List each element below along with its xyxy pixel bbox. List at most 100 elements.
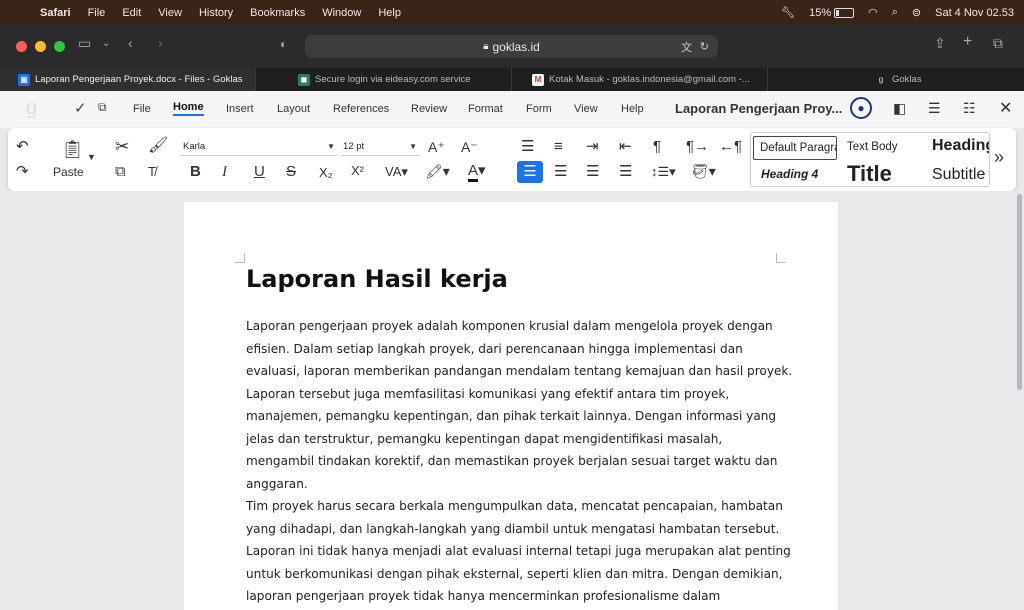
- app-menu-file[interactable]: File: [133, 103, 151, 115]
- zoom-window-button[interactable]: [54, 41, 65, 52]
- paste-button[interactable]: Paste: [53, 163, 84, 181]
- paragraph-2[interactable]: Tim proyek harus secara berkala mengumpu…: [246, 495, 791, 608]
- justify-icon[interactable]: ☰: [619, 163, 632, 181]
- increase-indent-icon[interactable]: ⇥: [586, 138, 599, 156]
- strikethrough-icon[interactable]: S: [286, 163, 296, 181]
- formatting-marks-icon[interactable]: ¶: [653, 138, 661, 156]
- clock[interactable]: Sat 4 Nov 02.53: [935, 7, 1014, 19]
- text-line: Laporan pengerjaan proyek adalah kompone…: [246, 319, 773, 333]
- document-canvas: Laporan Hasil kerja Laporan pengerjaan p…: [0, 191, 1024, 610]
- undo-icon[interactable]: ↶: [16, 138, 29, 156]
- tab-laporan[interactable]: ▦ Laporan Pengerjaan Proyek.docx - Files…: [0, 68, 256, 91]
- document-heading[interactable]: Laporan Hasil kerja: [246, 265, 508, 293]
- app-menu-layout[interactable]: Layout: [277, 103, 310, 115]
- app-menu-view[interactable]: View: [574, 103, 598, 115]
- document-title[interactable]: Laporan Pengerjaan Proy...: [675, 101, 842, 116]
- paragraph-background-icon[interactable]: 🪣︎▾: [691, 162, 716, 180]
- style-text-body[interactable]: Text Body: [847, 141, 898, 153]
- more-styles-icon[interactable]: »: [994, 148, 1004, 166]
- font-name-select[interactable]: Karla ▼: [181, 138, 337, 156]
- control-center-icon[interactable]: ⊜: [912, 6, 921, 19]
- new-tab-icon[interactable]: +: [963, 33, 972, 51]
- style-subtitle[interactable]: Subtitle: [932, 166, 985, 184]
- sidebar-panel-icon[interactable]: ◧: [893, 100, 906, 117]
- menu-list-icon[interactable]: ☰: [928, 100, 941, 117]
- address-bar[interactable]: 🔒︎ goklas.id ⽂ ↻: [305, 35, 718, 58]
- close-window-button[interactable]: [16, 41, 27, 52]
- sidebar-toggle-icon[interactable]: ▭: [78, 35, 91, 52]
- share-icon[interactable]: ⇪: [934, 35, 946, 52]
- clipboard-icon[interactable]: 📋︎: [61, 140, 84, 158]
- open-external-icon[interactable]: ⧉: [98, 100, 107, 115]
- grow-font-icon[interactable]: A⁺: [428, 138, 445, 156]
- tab-goklas[interactable]: g Goklas: [768, 68, 1024, 91]
- menu-history[interactable]: History: [199, 7, 233, 19]
- forward-icon[interactable]: ›: [158, 35, 163, 51]
- checkmark-icon[interactable]: ✓: [74, 99, 87, 117]
- left-to-right-icon[interactable]: ¶→: [686, 138, 709, 156]
- line-spacing-icon[interactable]: ↕☰▾: [651, 163, 676, 181]
- paragraph-1[interactable]: Laporan pengerjaan proyek adalah kompone…: [246, 315, 792, 495]
- font-color-icon[interactable]: A▾: [468, 162, 486, 182]
- spotlight-search-icon[interactable]: ⌕: [892, 6, 898, 19]
- style-heading[interactable]: Heading: [932, 137, 989, 155]
- vertical-scrollbar[interactable]: [1017, 194, 1022, 390]
- menu-window[interactable]: Window: [322, 7, 361, 19]
- style-default-paragraph[interactable]: Default Paragraph Style: [753, 136, 837, 160]
- paste-dropdown-icon[interactable]: ▼: [87, 148, 96, 166]
- battery-status[interactable]: 15%: [809, 7, 855, 19]
- clone-formatting-icon[interactable]: 🖌︎: [148, 137, 168, 155]
- clear-formatting-icon[interactable]: T̸: [148, 163, 156, 181]
- cut-icon[interactable]: ✂: [115, 138, 129, 156]
- menu-safari[interactable]: Safari: [40, 7, 71, 19]
- bulleted-list-icon[interactable]: ☰: [521, 138, 534, 156]
- app-menu-help[interactable]: Help: [621, 103, 644, 115]
- app-menu-references[interactable]: References: [333, 103, 389, 115]
- app-menu-form[interactable]: Form: [526, 103, 552, 115]
- numbered-list-icon[interactable]: ≡: [554, 138, 563, 156]
- back-icon[interactable]: ‹: [128, 35, 133, 51]
- style-heading-4[interactable]: Heading 4: [761, 167, 818, 181]
- app-menu-insert[interactable]: Insert: [226, 103, 254, 115]
- subscript-icon[interactable]: X₂: [319, 164, 333, 182]
- menu-bookmarks[interactable]: Bookmarks: [250, 7, 305, 19]
- wrench-icon[interactable]: 🔧︎: [781, 6, 795, 19]
- menu-help[interactable]: Help: [378, 7, 401, 19]
- url-text: goklas.id: [492, 39, 540, 54]
- redo-icon[interactable]: ↷: [16, 163, 29, 181]
- align-right-icon[interactable]: ☰: [586, 163, 599, 181]
- chevron-down-icon[interactable]: ⌄: [102, 38, 110, 49]
- app-menu-review[interactable]: Review: [411, 103, 447, 115]
- app-menu-home[interactable]: Home: [173, 101, 204, 116]
- menu-view[interactable]: View: [158, 7, 182, 19]
- right-to-left-icon[interactable]: ←¶: [719, 138, 742, 156]
- document-page[interactable]: Laporan Hasil kerja Laporan pengerjaan p…: [184, 202, 838, 610]
- superscript-icon[interactable]: X²: [351, 162, 364, 180]
- style-title[interactable]: Title: [847, 161, 892, 186]
- font-size-select[interactable]: 12 pt ▼: [341, 138, 419, 156]
- align-center-icon[interactable]: ☰: [554, 163, 567, 181]
- italic-icon[interactable]: I: [222, 163, 227, 181]
- menu-file[interactable]: File: [88, 7, 106, 19]
- copy-icon[interactable]: ⧉: [115, 163, 126, 181]
- shrink-font-icon[interactable]: A⁻: [461, 138, 478, 156]
- reload-icon[interactable]: ↻: [700, 40, 709, 53]
- highlight-color-icon[interactable]: 🖍︎▾: [425, 162, 450, 180]
- wifi-icon[interactable]: ◠: [868, 6, 878, 19]
- tab-overview-icon[interactable]: ⧉: [993, 35, 1003, 52]
- character-spacing-icon[interactable]: VA▾: [385, 163, 408, 181]
- minimize-window-button[interactable]: [35, 41, 46, 52]
- align-left-icon[interactable]: ☰: [517, 161, 543, 183]
- close-document-icon[interactable]: ✕: [999, 98, 1012, 118]
- app-menu-format[interactable]: Format: [468, 103, 503, 115]
- privacy-shield-icon[interactable]: ◐: [280, 37, 287, 51]
- tab-gmail[interactable]: M Kotak Masuk - goklas.indonesia@gmail.c…: [512, 68, 768, 91]
- bold-icon[interactable]: B: [190, 163, 201, 181]
- menu-edit[interactable]: Edit: [122, 7, 141, 19]
- user-avatar-icon[interactable]: ●: [850, 97, 872, 119]
- underline-icon[interactable]: U: [254, 163, 265, 181]
- ruler-toggle-icon[interactable]: ☷: [963, 100, 976, 117]
- translate-icon[interactable]: ⽂: [681, 39, 692, 55]
- decrease-indent-icon[interactable]: ⇤: [619, 138, 632, 156]
- tab-eideasy[interactable]: ◼ Secure login via eideasy.com service: [256, 68, 512, 91]
